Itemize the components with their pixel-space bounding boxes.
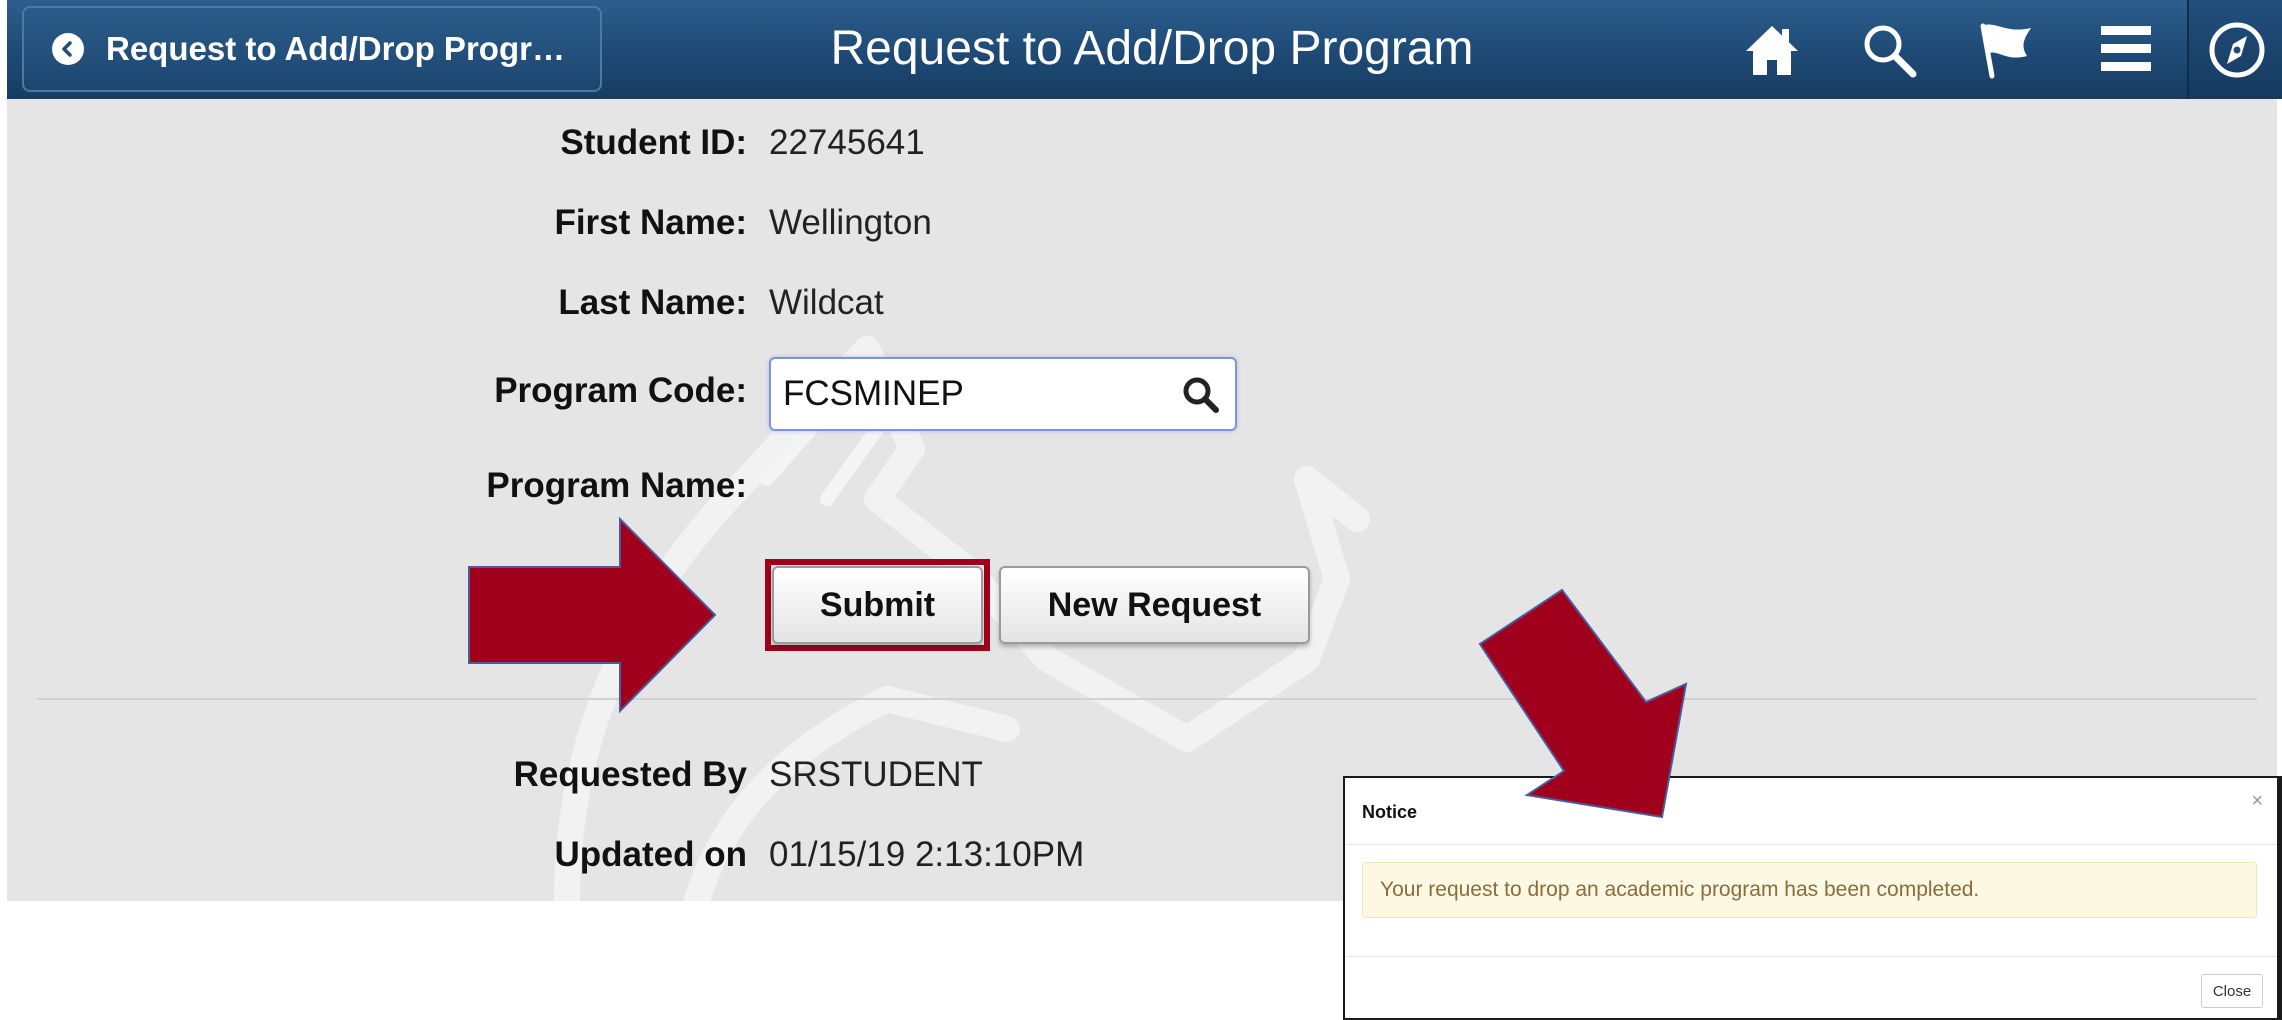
updated-on-value: 01/15/19 2:13:10PM bbox=[769, 835, 1085, 874]
flag-icon[interactable] bbox=[1975, 20, 2035, 80]
new-request-button[interactable]: New Request bbox=[999, 566, 1310, 644]
last-name-value: Wildcat bbox=[769, 283, 884, 322]
divider bbox=[37, 698, 2257, 700]
submit-button[interactable]: Submit bbox=[772, 566, 983, 644]
student-id-value: 22745641 bbox=[769, 123, 925, 162]
program-code-input[interactable] bbox=[783, 369, 1163, 419]
app-header: Request to Add/Drop Progr… Request to Ad… bbox=[7, 0, 2282, 101]
pointer-arrow-right bbox=[468, 516, 717, 714]
search-icon[interactable] bbox=[1859, 20, 1919, 80]
program-name-label: Program Name: bbox=[486, 466, 747, 505]
navbar-section bbox=[2187, 0, 2282, 99]
home-icon[interactable] bbox=[1742, 20, 1802, 80]
modal-divider bbox=[1345, 844, 2277, 845]
program-code-label: Program Code: bbox=[494, 371, 747, 410]
menu-icon[interactable] bbox=[2097, 20, 2157, 80]
last-name-label: Last Name: bbox=[558, 283, 747, 322]
first-name-value: Wellington bbox=[769, 203, 932, 242]
lookup-search-icon[interactable] bbox=[1181, 375, 1221, 415]
pointer-arrow-down bbox=[1478, 588, 1688, 819]
modal-close-button[interactable]: Close bbox=[2201, 974, 2263, 1008]
modal-alert-message: Your request to drop an academic program… bbox=[1362, 862, 2257, 918]
page-title: Request to Add/Drop Program bbox=[830, 21, 1474, 75]
student-id-label: Student ID: bbox=[560, 123, 747, 162]
modal-close-x-icon[interactable]: × bbox=[2251, 790, 2263, 813]
compass-icon[interactable] bbox=[2207, 20, 2267, 80]
back-button-label: Request to Add/Drop Progr… bbox=[106, 30, 565, 67]
requested-by-value: SRSTUDENT bbox=[769, 755, 983, 794]
requested-by-label: Requested By bbox=[513, 755, 747, 794]
program-code-field[interactable] bbox=[769, 357, 1237, 431]
modal-footer-divider bbox=[1345, 956, 2277, 957]
first-name-label: First Name: bbox=[554, 203, 747, 242]
chevron-left-icon bbox=[52, 33, 84, 65]
back-button[interactable]: Request to Add/Drop Progr… bbox=[22, 6, 602, 92]
modal-title: Notice bbox=[1362, 802, 1418, 822]
updated-on-label: Updated on bbox=[554, 835, 747, 874]
